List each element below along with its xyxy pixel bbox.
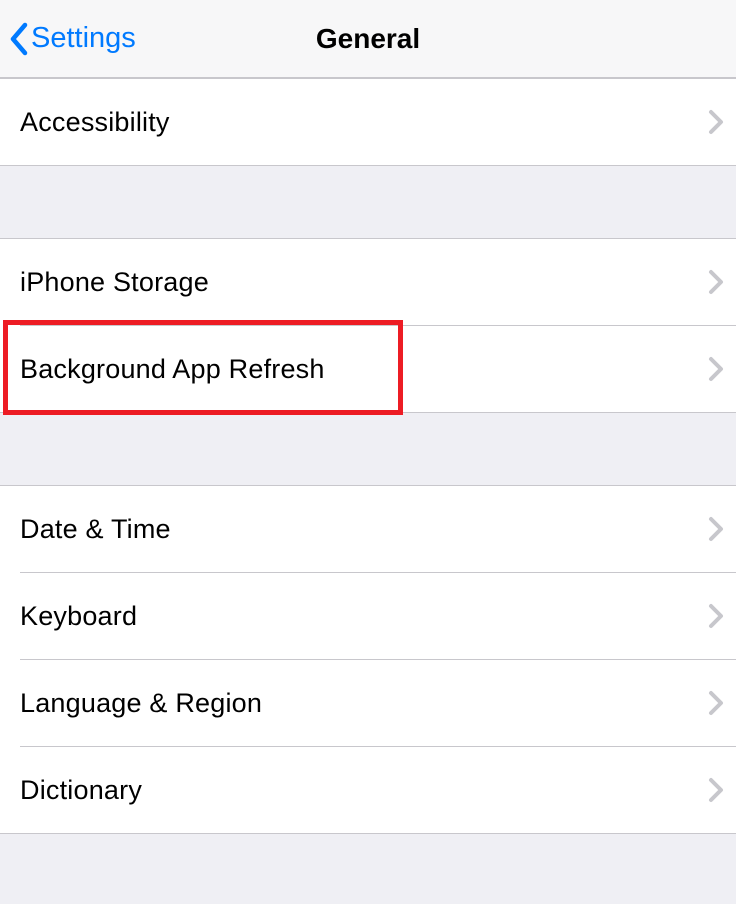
row-label: Accessibility: [20, 107, 170, 138]
chevron-right-icon: [708, 777, 724, 803]
row-dictionary[interactable]: Dictionary: [0, 747, 736, 833]
back-label: Settings: [31, 22, 136, 55]
group-storage: iPhone Storage Background App Refresh: [0, 238, 736, 413]
page-title: General: [316, 23, 420, 55]
group-misc: Date & Time Keyboard Language & Region D…: [0, 485, 736, 834]
row-label: Date & Time: [20, 514, 171, 545]
row-date-time[interactable]: Date & Time: [0, 486, 736, 572]
nav-header: Settings General: [0, 0, 736, 78]
chevron-right-icon: [708, 109, 724, 135]
back-chevron-icon: [8, 21, 29, 57]
row-iphone-storage[interactable]: iPhone Storage: [0, 239, 736, 325]
row-keyboard[interactable]: Keyboard: [0, 573, 736, 659]
chevron-right-icon: [708, 356, 724, 382]
group-accessibility: Accessibility: [0, 78, 736, 166]
group-spacer: [0, 413, 736, 485]
row-label: Background App Refresh: [20, 354, 325, 385]
chevron-right-icon: [708, 516, 724, 542]
row-accessibility[interactable]: Accessibility: [0, 79, 736, 165]
row-label: iPhone Storage: [20, 267, 209, 298]
row-label: Keyboard: [20, 601, 137, 632]
row-language-region[interactable]: Language & Region: [0, 660, 736, 746]
row-label: Dictionary: [20, 775, 142, 806]
group-spacer: [0, 166, 736, 238]
row-background-app-refresh[interactable]: Background App Refresh: [0, 326, 736, 412]
chevron-right-icon: [708, 690, 724, 716]
chevron-right-icon: [708, 269, 724, 295]
back-button[interactable]: Settings: [8, 21, 136, 57]
chevron-right-icon: [708, 603, 724, 629]
row-label: Language & Region: [20, 688, 262, 719]
group-spacer: [0, 834, 736, 904]
